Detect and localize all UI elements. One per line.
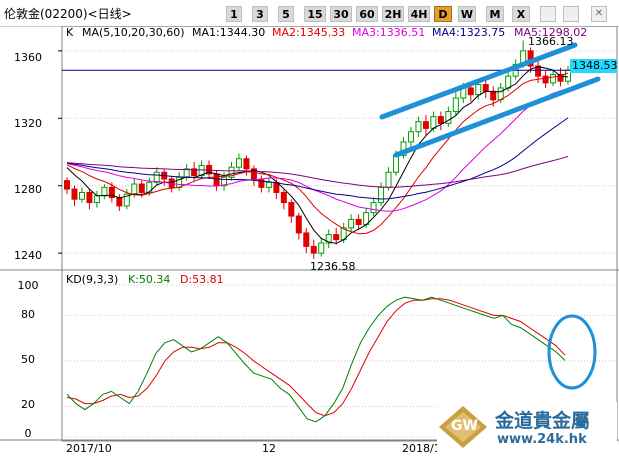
y-tick-1360: 1360	[14, 51, 42, 64]
period-button-x[interactable]: X	[512, 6, 530, 22]
candle-body	[482, 84, 489, 92]
price-chart[interactable]	[0, 26, 619, 459]
candle-body	[131, 183, 138, 195]
candle-body	[490, 90, 497, 101]
candle-body	[385, 171, 392, 188]
candle-body	[243, 158, 250, 170]
candle-body	[288, 202, 295, 217]
period-button-w[interactable]: W	[458, 6, 476, 22]
candle-body	[295, 215, 302, 234]
minimize-icon[interactable]	[540, 6, 556, 22]
x-tick-2018-1: 2018/1	[402, 442, 441, 455]
candle-body	[146, 181, 153, 193]
legend-ma4: MA4:1323.75	[432, 26, 506, 39]
period-button-15[interactable]: 15	[304, 6, 326, 22]
candle-body	[213, 173, 220, 187]
candle-body	[437, 116, 444, 124]
legend-ma-params: MA(5,10,20,30,60)	[82, 26, 185, 39]
candle-body	[318, 242, 325, 254]
candle-body	[303, 232, 310, 247]
candle-body	[407, 131, 414, 143]
logo: GW 金道貴金屬 www.24k.hk	[437, 402, 617, 452]
logo-cn: 金道貴金屬	[495, 410, 591, 432]
period-button-3[interactable]: 3	[252, 6, 268, 22]
candle-body	[452, 97, 459, 113]
kd-tick-0: 0	[24, 427, 32, 440]
candle-body	[71, 188, 78, 200]
chart-title: 伦敦金(02200)<日线>	[4, 7, 132, 21]
legend-ma2: MA2:1345.33	[272, 26, 346, 39]
legend-ma3: MA3:1336.51	[352, 26, 426, 39]
candle-body	[355, 218, 362, 225]
y-tick-1320: 1320	[14, 117, 42, 130]
period-button-2h[interactable]: 2H	[382, 6, 404, 22]
close-icon[interactable]: ✕	[591, 6, 607, 22]
kd-tick-100: 100	[17, 279, 39, 292]
candle-body	[475, 84, 482, 96]
x-tick-12: 12	[262, 442, 276, 455]
kd-legend-name: KD(9,3,3)	[66, 273, 119, 286]
period-button-30[interactable]: 30	[330, 6, 352, 22]
kd-tick-50: 50	[21, 353, 35, 366]
candle-body	[393, 154, 400, 173]
candle-body	[422, 121, 429, 129]
candle-body	[116, 197, 123, 207]
last-price-tag: 1348.53	[570, 59, 618, 73]
kd-d-line	[66, 298, 566, 417]
candle-body	[550, 73, 557, 84]
candle-body	[505, 75, 512, 89]
period-button-5[interactable]: 5	[278, 6, 294, 22]
restore-icon[interactable]	[563, 6, 579, 22]
low-label: 1236.58	[310, 260, 356, 273]
high-label: 1366.13	[528, 35, 574, 48]
candle-body	[64, 180, 70, 190]
logo-url: www.24k.hk	[497, 432, 587, 447]
candle-body	[265, 181, 272, 188]
candle-body	[310, 245, 317, 254]
period-button-d[interactable]: D	[434, 6, 452, 22]
candle-body	[497, 87, 504, 101]
candle-body	[370, 202, 377, 214]
period-button-m[interactable]: M	[486, 6, 504, 22]
plot-frame	[61, 26, 618, 442]
period-button-60[interactable]: 60	[356, 6, 378, 22]
kd-tick-80: 80	[21, 308, 35, 321]
candle-body	[153, 171, 160, 183]
candle-body	[348, 218, 355, 229]
toolbar: 伦敦金(02200)<日线> 1 3 5 15 30 60 2H 4H D W M X ✕	[0, 0, 619, 27]
candle-body	[258, 178, 265, 188]
y-tick-1280: 1280	[14, 183, 42, 196]
logo-mark-text: GW	[451, 418, 478, 434]
period-button-1[interactable]: 1	[226, 6, 242, 22]
x-tick-2017-10: 2017/10	[66, 442, 112, 455]
candle-body	[78, 191, 85, 200]
kd-tick-20: 20	[21, 398, 35, 411]
candle-body	[415, 121, 422, 133]
candle-body	[138, 183, 145, 193]
candle-body	[93, 195, 100, 204]
candle-body	[280, 191, 287, 204]
candle-body	[333, 234, 340, 241]
candle-body	[542, 75, 549, 84]
legend-k: K	[66, 26, 74, 39]
y-tick-1240: 1240	[14, 249, 42, 262]
candle-body	[86, 191, 93, 204]
candle-body	[378, 186, 385, 204]
kd-legend-k: K:50.34	[128, 273, 171, 286]
candle-body	[430, 116, 437, 129]
legend-ma1: MA1:1344.30	[192, 26, 266, 39]
kd-legend-d: D:53.81	[180, 273, 224, 286]
candle-body	[467, 87, 474, 96]
candle-body	[235, 158, 242, 168]
period-button-4h[interactable]: 4H	[408, 6, 430, 22]
candle-body	[101, 186, 108, 197]
